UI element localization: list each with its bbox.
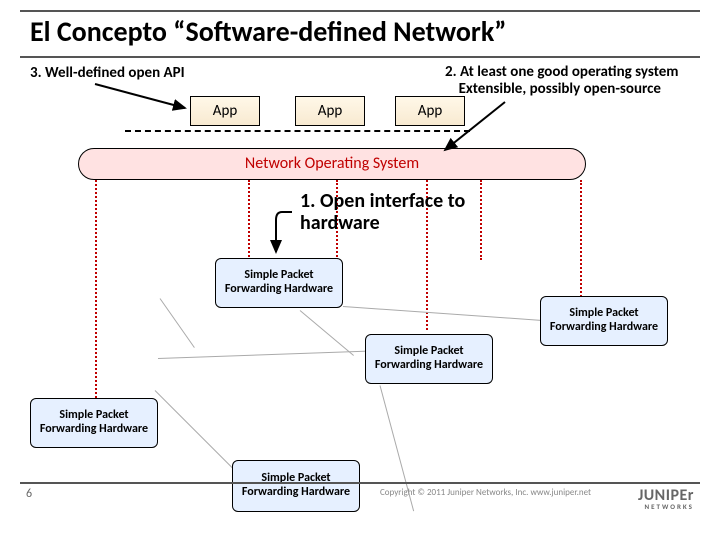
slide: El Concepto “Software-defined Network” 3…: [0, 0, 720, 540]
hw-link: [160, 298, 195, 348]
hw-link: [343, 306, 543, 321]
annotation-os: 2. At least one good operating system Ex…: [445, 64, 712, 99]
app-box: App: [295, 96, 365, 126]
annotation-hw-interface: 1. Open interface to hardware: [300, 190, 560, 234]
control-link: [580, 180, 582, 300]
divider: [20, 10, 700, 12]
logo-subtext: NETWORKS: [638, 502, 694, 511]
forwarding-hw-box: Simple Packet Forwarding Hardware: [215, 258, 343, 308]
control-link: [95, 180, 97, 410]
hw-link: [155, 390, 241, 476]
hw-link: [300, 310, 354, 356]
annotation-os-line2: Extensible, possibly open-source: [459, 80, 661, 98]
forwarding-hw-box: Simple Packet Forwarding Hardware: [232, 460, 360, 512]
forwarding-hw-box: Simple Packet Forwarding Hardware: [30, 398, 158, 448]
forwarding-hw-box: Simple Packet Forwarding Hardware: [365, 334, 493, 384]
app-box: App: [190, 96, 260, 126]
divider: [20, 56, 700, 58]
forwarding-hw-box: Simple Packet Forwarding Hardware: [540, 296, 668, 346]
control-link: [248, 180, 250, 260]
page-number: 6: [26, 487, 32, 501]
divider: [20, 482, 700, 484]
annotation-api: 3. Well-defined open API: [30, 64, 185, 82]
api-boundary-line: [125, 130, 470, 132]
copyright: Copyright © 2011 Juniper Networks, Inc. …: [380, 487, 591, 498]
juniper-logo: JUNIPEr NETWORKS: [638, 486, 694, 511]
hw-link: [158, 351, 368, 359]
page-title: El Concepto “Software-defined Network”: [30, 14, 690, 49]
network-os-bar: Network Operating System: [78, 148, 586, 180]
annotation-os-line1: 2. At least one good operating system: [445, 63, 678, 81]
app-box: App: [395, 96, 465, 126]
